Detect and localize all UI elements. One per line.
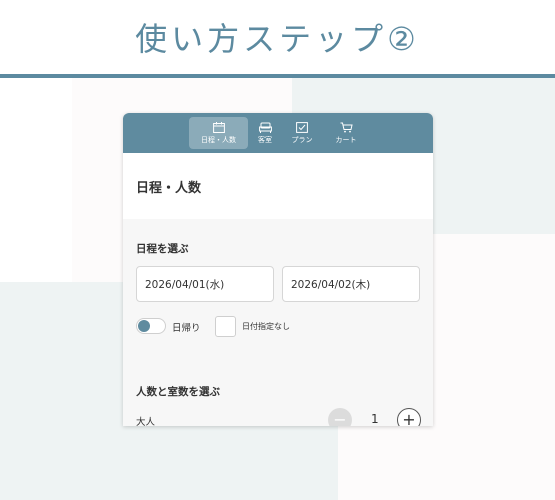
no-date-checkbox[interactable]	[215, 316, 236, 337]
app-screenshot: 日程・人数 客室 プラン カート 日程・人数 日程を選ぶ 2026/04/01(…	[123, 113, 433, 426]
adult-minus-button[interactable]: −	[328, 408, 352, 426]
checklist-icon	[296, 121, 308, 133]
page-heading: 使い方ステップ②	[0, 0, 555, 74]
minus-icon: −	[333, 410, 347, 427]
tab-room[interactable]: 客室	[251, 117, 279, 149]
tab-plan[interactable]: プラン	[287, 117, 317, 149]
day-trip-toggle[interactable]	[136, 318, 166, 334]
step-title: 使い方ステップ②	[135, 20, 420, 58]
toggle-knob	[138, 320, 150, 332]
cart-icon	[340, 122, 353, 132]
no-date-label: 日付指定なし	[242, 322, 290, 331]
checkout-date-value: 2026/04/02(木)	[291, 278, 371, 291]
guest-section-title: 人数と室数を選ぶ	[136, 386, 220, 398]
nav-bar: 日程・人数 客室 プラン カート	[123, 113, 433, 153]
bg-block-left-top	[0, 78, 72, 282]
tab-label: プラン	[291, 135, 313, 144]
page-title: 日程・人数	[136, 181, 202, 196]
tab-schedule[interactable]: 日程・人数	[189, 117, 248, 149]
tab-label: 客室	[258, 135, 272, 144]
checkin-date-field[interactable]: 2026/04/01(水)	[136, 266, 274, 302]
tab-label: カート	[335, 135, 357, 144]
adult-label: 大人	[136, 417, 156, 426]
tab-cart[interactable]: カート	[331, 117, 361, 149]
bed-icon	[258, 122, 272, 133]
adult-count: 1	[371, 412, 379, 426]
page-header: 日程・人数	[123, 153, 433, 219]
calendar-icon	[212, 121, 225, 133]
checkout-date-field[interactable]: 2026/04/02(木)	[282, 266, 420, 302]
date-section-title: 日程を選ぶ	[136, 243, 189, 255]
day-trip-label: 日帰り	[172, 323, 201, 334]
adult-plus-button[interactable]: +	[397, 408, 421, 426]
tab-label: 日程・人数	[201, 135, 236, 144]
plus-icon: +	[402, 410, 416, 427]
checkin-date-value: 2026/04/01(水)	[145, 278, 225, 291]
